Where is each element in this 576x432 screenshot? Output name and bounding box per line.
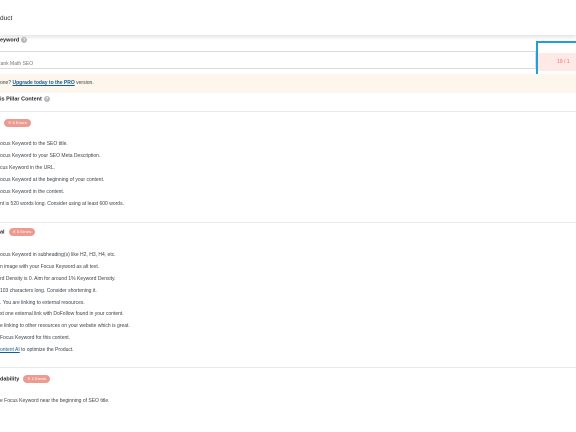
panel-header: duct [0, 0, 576, 35]
check-item: cus Keyword in the URL. [0, 165, 56, 171]
check-item: nt is 520 words long. Consider using at … [0, 201, 124, 207]
check-item: ocus Keyword in subheading(s) like H2, H… [0, 252, 116, 258]
divider [0, 111, 576, 112]
section-additional-header[interactable]: al ✕ 5 Errors [0, 228, 36, 236]
focus-keyword-label-text: eyword [0, 37, 20, 44]
panel-title: duct [0, 15, 13, 22]
check-item: n image with your Focus Keyword as alt t… [0, 264, 100, 270]
question-circle-icon[interactable]: ? [43, 96, 50, 102]
check-item: Focus Keyword for this content. [0, 335, 71, 341]
check-item-content-ai: ontent AI to optimize the Product. [0, 347, 74, 353]
focus-keyword-input[interactable] [0, 56, 297, 72]
upgrade-prefix: one? [0, 80, 12, 86]
check-item: ocus Keyword in the content. [0, 189, 65, 195]
section-basic-seo-header[interactable]: ✕ 6 Errors [0, 119, 31, 127]
seo-score-badge: 19 / 1 [538, 53, 576, 71]
pillar-content-toggle[interactable]: is Pillar Content? [0, 96, 50, 102]
check-item: e Focus Keyword near the beginning of SE… [0, 398, 110, 404]
upgrade-suffix: version. [76, 80, 94, 86]
upgrade-notice: one? Upgrade today to the PRO version. [0, 74, 576, 93]
content-ai-suffix: to optimize the Product. [21, 347, 74, 353]
check-item: ocus Keyword at the beginning of your co… [0, 177, 105, 183]
focus-keyword-field[interactable] [0, 51, 536, 72]
upgrade-link[interactable]: Upgrade today to the PRO [13, 80, 75, 86]
check-item: e linking to other resources on your web… [0, 323, 130, 329]
section-title: al [0, 229, 5, 236]
error-badge: ✕ 1 Errors [23, 375, 50, 383]
section-title: dability [0, 376, 20, 383]
focus-keyword-label: eyword? [0, 37, 28, 44]
error-badge: ✕ 6 Errors [4, 119, 31, 127]
divider [0, 222, 576, 223]
check-item: st one external link with DoFollow found… [0, 311, 124, 317]
check-item: . You are linking to external resources. [0, 300, 85, 306]
divider [0, 367, 576, 368]
check-item: 103 characters long. Consider shortening… [0, 288, 97, 294]
question-circle-icon[interactable]: ? [21, 37, 28, 43]
section-title-readability-header[interactable]: dability ✕ 1 Errors [0, 375, 50, 383]
check-item: ocus Keyword to your SEO Meta Descriptio… [0, 153, 101, 159]
check-item: ocus Keyword to the SEO title. [0, 141, 68, 147]
pillar-content-label: is Pillar Content [0, 96, 42, 103]
error-badge: ✕ 5 Errors [8, 228, 36, 236]
check-item: rd Density is 0. Aim for around 1% Keywo… [0, 276, 116, 282]
content-ai-link[interactable]: ontent AI [0, 347, 20, 353]
